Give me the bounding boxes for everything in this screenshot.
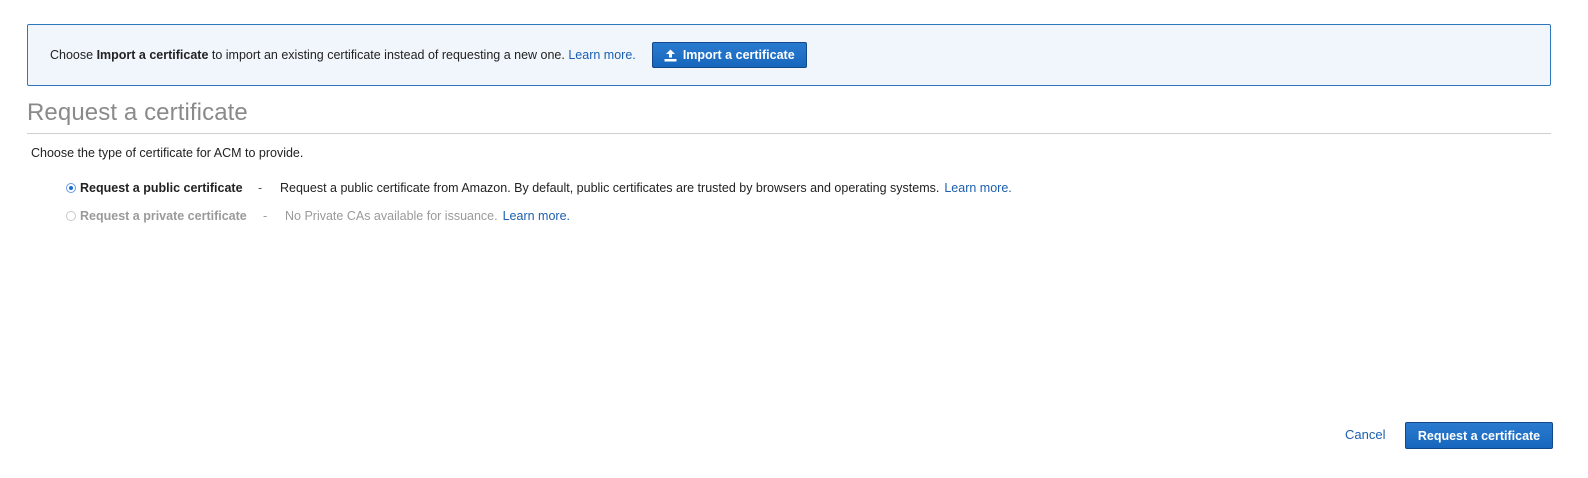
import-certificate-button[interactable]: Import a certificate [651,42,807,68]
private-certificate-separator: - [263,209,268,223]
public-certificate-learn-more-link[interactable]: Learn more. [944,181,1011,195]
request-certificate-button[interactable]: Request a certificate [1405,422,1553,449]
private-certificate-radio [66,211,76,221]
upload-icon [664,49,677,61]
private-certificate-learn-more-link[interactable]: Learn more. [503,209,570,223]
option-private-certificate: Request a private certificate - No Priva… [66,209,570,223]
option-public-certificate[interactable]: Request a public certificate - Request a… [66,181,1012,195]
public-certificate-label[interactable]: Request a public certificate [80,181,258,195]
title-divider [27,133,1551,134]
private-certificate-label: Request a private certificate [80,209,247,223]
public-certificate-separator: - [258,181,263,195]
page-title: Request a certificate [27,99,248,126]
import-info-banner: Choose Import a certificate to import an… [27,24,1551,86]
private-certificate-description: No Private CAs available for issuance. [285,209,498,223]
import-button-label: Import a certificate [682,48,795,62]
public-certificate-description: Request a public certificate from Amazon… [280,181,940,195]
cancel-link[interactable]: Cancel [1345,427,1385,442]
banner-text-before: Choose [50,48,97,62]
banner-text-bold: Import a certificate [96,48,209,62]
banner-text-after: to import an existing certificate instea… [208,48,565,62]
banner-learn-more-link[interactable]: Learn more. [568,48,635,62]
banner-text: Choose Import a certificate to import an… [50,48,565,62]
page-subtitle: Choose the type of certificate for ACM t… [31,146,304,160]
public-certificate-radio[interactable] [66,183,76,193]
page: Choose Import a certificate to import an… [0,0,1588,478]
